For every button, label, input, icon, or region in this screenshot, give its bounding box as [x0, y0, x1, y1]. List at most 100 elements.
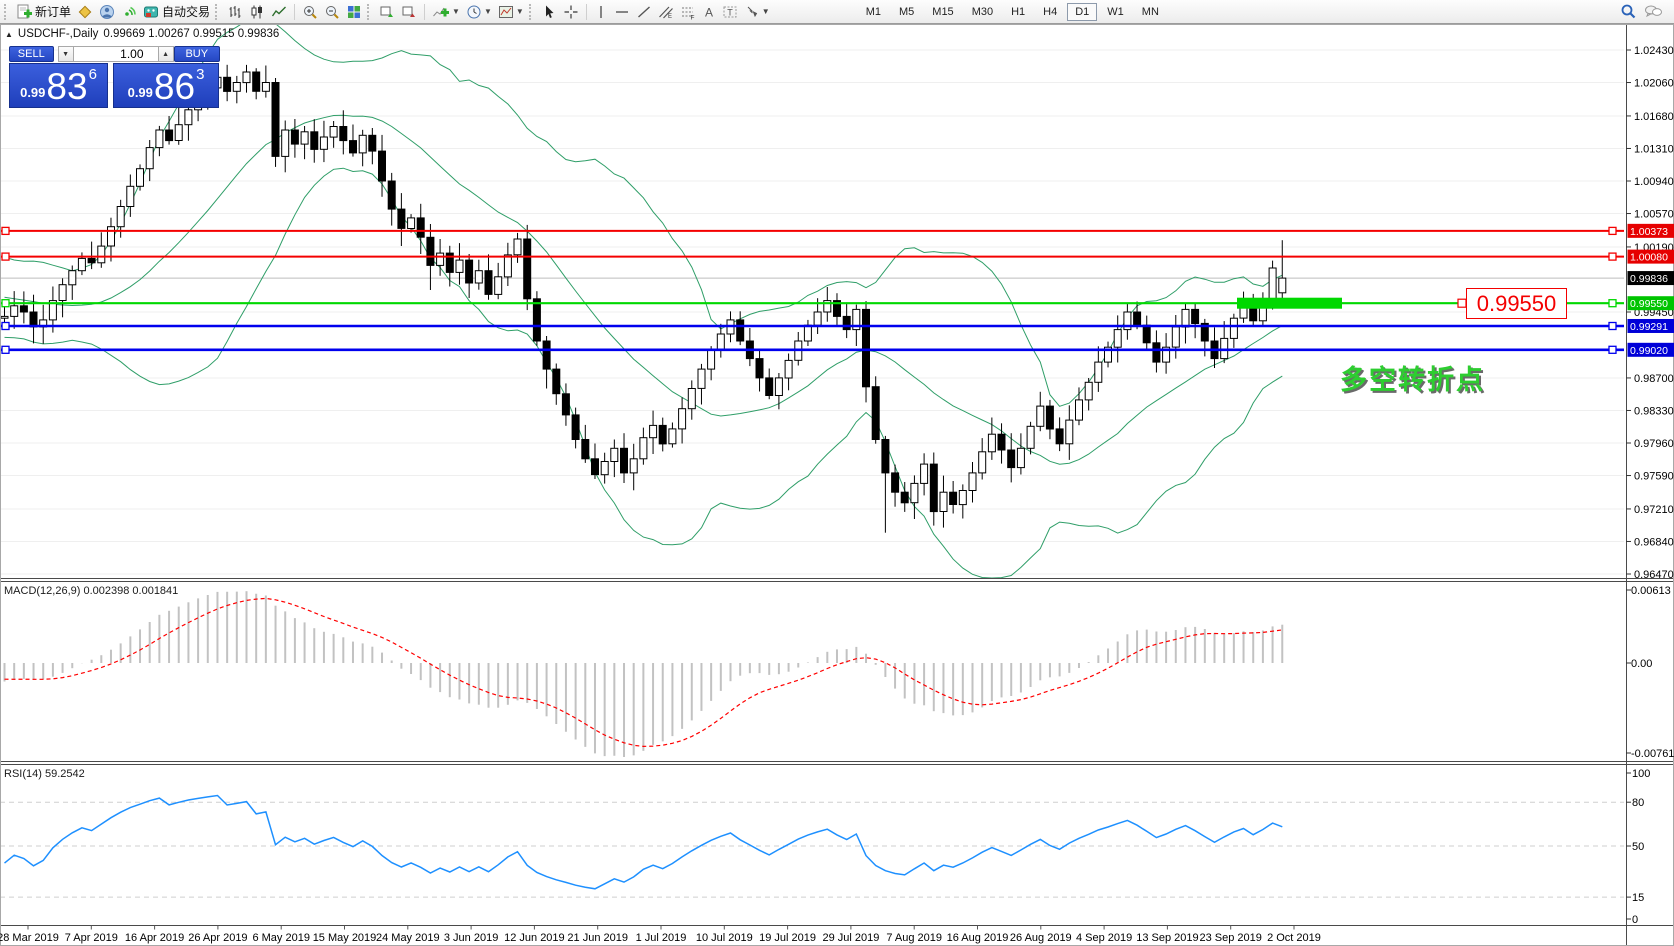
- candle-body: [775, 378, 782, 396]
- buy-price-pip: 3: [196, 66, 204, 83]
- line-anchor-marker[interactable]: [1609, 300, 1616, 307]
- new-order-button[interactable]: 新订单: [13, 2, 74, 22]
- line-anchor-marker[interactable]: [2, 227, 9, 234]
- candle-body: [243, 72, 250, 83]
- axis-tick-label: 0.00613: [1631, 585, 1671, 597]
- line-anchor-marker[interactable]: [2, 300, 9, 307]
- toolbar-grip[interactable]: [215, 4, 220, 20]
- sell-button[interactable]: SELL: [9, 46, 54, 62]
- community-button[interactable]: [96, 2, 118, 22]
- line-chart-button[interactable]: [268, 2, 290, 22]
- line-anchor-marker[interactable]: [1609, 253, 1616, 260]
- zoom-in-button[interactable]: [299, 2, 321, 22]
- periods-button[interactable]: ▼: [463, 2, 495, 22]
- timeframe-button-MN[interactable]: MN: [1134, 3, 1167, 21]
- chart-annotation-text[interactable]: 多空转折点: [1340, 358, 1485, 397]
- timeframe-button-M30[interactable]: M30: [964, 3, 1001, 21]
- sell-price-panel[interactable]: 0.99 83 6: [9, 63, 108, 108]
- timeframe-button-D1[interactable]: D1: [1067, 3, 1097, 21]
- chat-button[interactable]: [1640, 2, 1666, 22]
- candle-body: [224, 77, 231, 91]
- green-zone-rectangle[interactable]: [1237, 298, 1342, 309]
- line-anchor-marker[interactable]: [2, 323, 9, 330]
- candle-body: [69, 271, 76, 285]
- candle-body: [543, 341, 550, 369]
- line-anchor-marker[interactable]: [2, 346, 9, 353]
- channel-tool-button[interactable]: E: [655, 2, 677, 22]
- tile-windows-button[interactable]: [343, 2, 365, 22]
- volume-input[interactable]: 1.00: [74, 46, 158, 62]
- price-box-anchor-marker[interactable]: [1458, 299, 1466, 307]
- text-label-tool-button[interactable]: T: [719, 2, 741, 22]
- axis-tick-label: 0.99020: [1630, 345, 1668, 357]
- toolbar-grip[interactable]: [367, 4, 372, 20]
- auto-trading-button[interactable]: 自动交易: [140, 2, 213, 22]
- chart-canvas[interactable]: 1.024301.020601.016801.013101.009401.005…: [0, 0, 1674, 946]
- vertical-line-tool-button[interactable]: [591, 2, 611, 22]
- one-click-trading-panel: SELL ▼ 1.00 ▲ BUY 0.99 83 6 0.99 86 3: [9, 46, 220, 108]
- candle-body: [369, 135, 376, 151]
- candle-body: [921, 464, 928, 483]
- buy-price-prefix: 0.99: [128, 85, 153, 100]
- templates-button[interactable]: ▼: [495, 2, 527, 22]
- auto-trading-icon: [143, 4, 159, 20]
- timeframe-button-M1[interactable]: M1: [858, 3, 889, 21]
- candle-body: [814, 312, 821, 325]
- candle-body: [466, 260, 473, 283]
- cascade-windows-button[interactable]: [398, 2, 420, 22]
- search-button[interactable]: [1617, 2, 1640, 22]
- timeframe-button-W1[interactable]: W1: [1099, 3, 1132, 21]
- crosshair-icon: [563, 4, 579, 20]
- line-anchor-marker[interactable]: [2, 253, 9, 260]
- toolbar-grip[interactable]: [529, 4, 534, 20]
- crosshair-button[interactable]: [560, 2, 582, 22]
- candle-body: [291, 130, 298, 144]
- candle-body: [804, 325, 811, 341]
- market-button[interactable]: [74, 2, 96, 22]
- timeframe-button-H1[interactable]: H1: [1003, 3, 1033, 21]
- collapse-triangle-icon[interactable]: ▲: [5, 30, 13, 39]
- axis-tick-label: 10 Jul 2019: [696, 932, 753, 944]
- price-label-box[interactable]: 0.99550: [1466, 288, 1567, 319]
- zoom-out-button[interactable]: [321, 2, 343, 22]
- line-anchor-marker[interactable]: [1609, 227, 1616, 234]
- line-anchor-marker[interactable]: [1609, 323, 1616, 330]
- arrange-windows-button[interactable]: [376, 2, 398, 22]
- candle-body: [843, 316, 850, 329]
- indicators-icon: [432, 4, 450, 20]
- axis-tick-label: -0.007612: [1631, 748, 1674, 760]
- signal-button[interactable]: [118, 2, 140, 22]
- cursor-button[interactable]: [538, 2, 560, 22]
- timeframe-button-H4[interactable]: H4: [1035, 3, 1065, 21]
- timeframe-button-M5[interactable]: M5: [891, 3, 922, 21]
- volume-decrease-button[interactable]: ▼: [58, 46, 74, 62]
- arrows-tool-button[interactable]: ▼: [741, 2, 773, 22]
- buy-button[interactable]: BUY: [174, 46, 220, 62]
- toolbar-grip[interactable]: [4, 4, 9, 20]
- candle-body: [485, 271, 492, 295]
- candle-body: [408, 218, 415, 229]
- axis-tick-label: 0.98700: [1634, 373, 1674, 385]
- trendline-tool-button[interactable]: [633, 2, 655, 22]
- text-tool-button[interactable]: A: [699, 2, 719, 22]
- buy-price-panel[interactable]: 0.99 86 3: [113, 63, 219, 108]
- candle-body: [582, 440, 589, 459]
- bar-chart-button[interactable]: [224, 2, 246, 22]
- candle-body: [1192, 309, 1199, 323]
- cursor-icon: [541, 4, 557, 20]
- timeframe-button-M15[interactable]: M15: [924, 3, 961, 21]
- fibonacci-tool-button[interactable]: F: [677, 2, 699, 22]
- candle-body: [872, 387, 879, 440]
- line-anchor-marker[interactable]: [1609, 346, 1616, 353]
- indicators-button[interactable]: ▼: [429, 2, 463, 22]
- axis-tick-label: 1.02060: [1634, 78, 1674, 90]
- volume-increase-button[interactable]: ▲: [158, 46, 174, 62]
- svg-text:T: T: [727, 7, 733, 17]
- arrange-windows-icon: [379, 4, 395, 20]
- axis-tick-label: 0.99836: [1630, 273, 1668, 285]
- candlestick-chart-button[interactable]: [246, 2, 268, 22]
- chevron-down-icon: ▼: [484, 7, 492, 16]
- horizontal-line-tool-button[interactable]: [611, 2, 633, 22]
- axis-tick-label: 1.00940: [1634, 176, 1674, 188]
- candle-body: [311, 132, 318, 150]
